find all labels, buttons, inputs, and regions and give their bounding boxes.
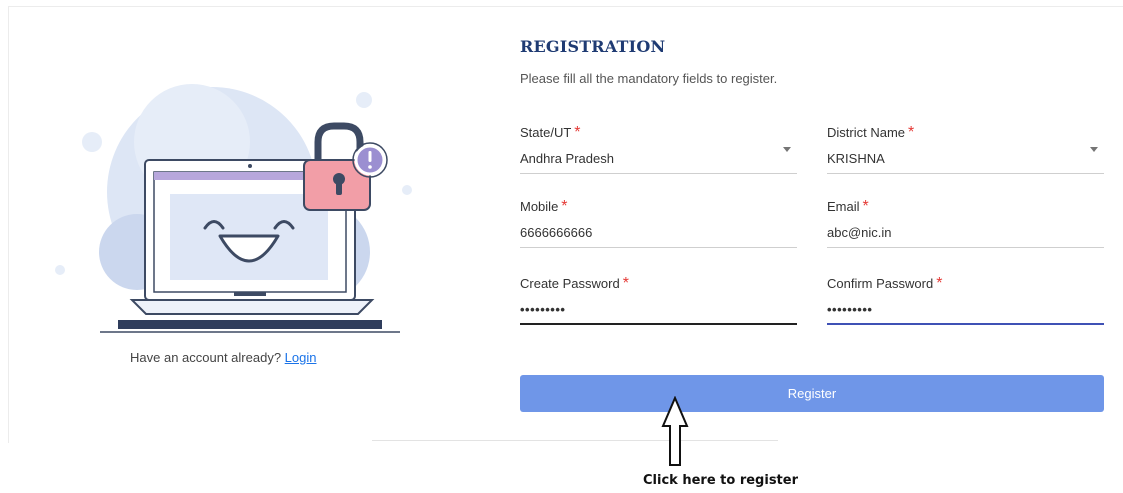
- state-underline: [520, 173, 797, 174]
- state-value: Andhra Pradesh: [520, 151, 614, 166]
- district-select[interactable]: District Name * KRISHNA: [827, 124, 1104, 174]
- up-arrow-icon: [661, 396, 689, 466]
- create-password-field[interactable]: Create Password * •••••••••: [520, 275, 797, 325]
- register-hint-text: Click here to register: [643, 473, 798, 488]
- caret-down-icon[interactable]: [1090, 147, 1098, 152]
- create-password-underline: [520, 323, 797, 325]
- email-underline: [827, 247, 1104, 248]
- mobile-underline: [520, 247, 797, 248]
- confirm-password-underline: [827, 323, 1104, 325]
- card-border-left: [8, 6, 9, 443]
- state-select[interactable]: State/UT * Andhra Pradesh: [520, 124, 797, 174]
- email-label: Email: [827, 199, 860, 214]
- district-underline: [827, 173, 1104, 174]
- page-subtitle: Please fill all the mandatory fields to …: [520, 71, 778, 86]
- login-prompt: Have an account already? Login: [130, 350, 316, 365]
- required-mark: *: [862, 198, 869, 215]
- caret-down-icon[interactable]: [783, 147, 791, 152]
- email-value[interactable]: abc@nic.in: [827, 225, 892, 240]
- create-password-value[interactable]: •••••••••: [520, 302, 565, 317]
- page-title: REGISTRATION: [520, 37, 666, 56]
- confirm-password-field[interactable]: Confirm Password * •••••••••: [827, 275, 1104, 325]
- laptop-lock-illustration: [55, 84, 412, 333]
- required-mark: *: [574, 124, 581, 141]
- mobile-label: Mobile: [520, 199, 559, 214]
- mobile-value[interactable]: 6666666666: [520, 225, 592, 240]
- card-border-bottom: [372, 440, 778, 441]
- login-prompt-text: Have an account already?: [130, 350, 282, 365]
- email-field[interactable]: Email * abc@nic.in: [827, 198, 1104, 248]
- card-border-top: [8, 6, 1123, 7]
- create-password-label: Create Password: [520, 276, 620, 291]
- login-link[interactable]: Login: [285, 350, 317, 365]
- required-mark: *: [622, 275, 629, 292]
- required-mark: *: [936, 275, 943, 292]
- confirm-password-label: Confirm Password: [827, 276, 934, 291]
- register-button[interactable]: Register: [520, 375, 1104, 412]
- state-label: State/UT: [520, 125, 572, 140]
- mobile-field[interactable]: Mobile * 6666666666: [520, 198, 797, 248]
- district-label: District Name: [827, 125, 906, 140]
- district-value: KRISHNA: [827, 151, 885, 166]
- required-mark: *: [561, 198, 568, 215]
- required-mark: *: [908, 124, 915, 141]
- confirm-password-value[interactable]: •••••••••: [827, 302, 872, 317]
